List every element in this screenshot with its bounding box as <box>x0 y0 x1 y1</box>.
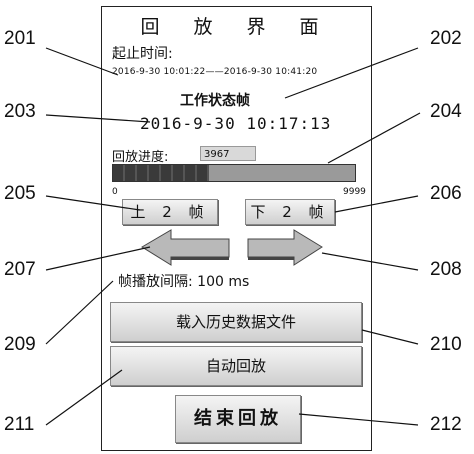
callout-211: 211 <box>4 414 35 435</box>
callout-202: 202 <box>430 28 462 49</box>
callout-205: 205 <box>4 183 36 204</box>
callout-lines <box>45 47 421 426</box>
callout-203: 203 <box>4 101 36 122</box>
callout-204: 204 <box>430 101 462 122</box>
callout-201: 201 <box>4 28 36 49</box>
callout-206: 206 <box>430 183 462 204</box>
callout-212: 212 <box>430 414 462 435</box>
callout-208: 208 <box>430 259 462 280</box>
callout-207: 207 <box>4 259 36 280</box>
callout-210: 210 <box>430 334 462 355</box>
callout-209: 209 <box>4 334 36 355</box>
